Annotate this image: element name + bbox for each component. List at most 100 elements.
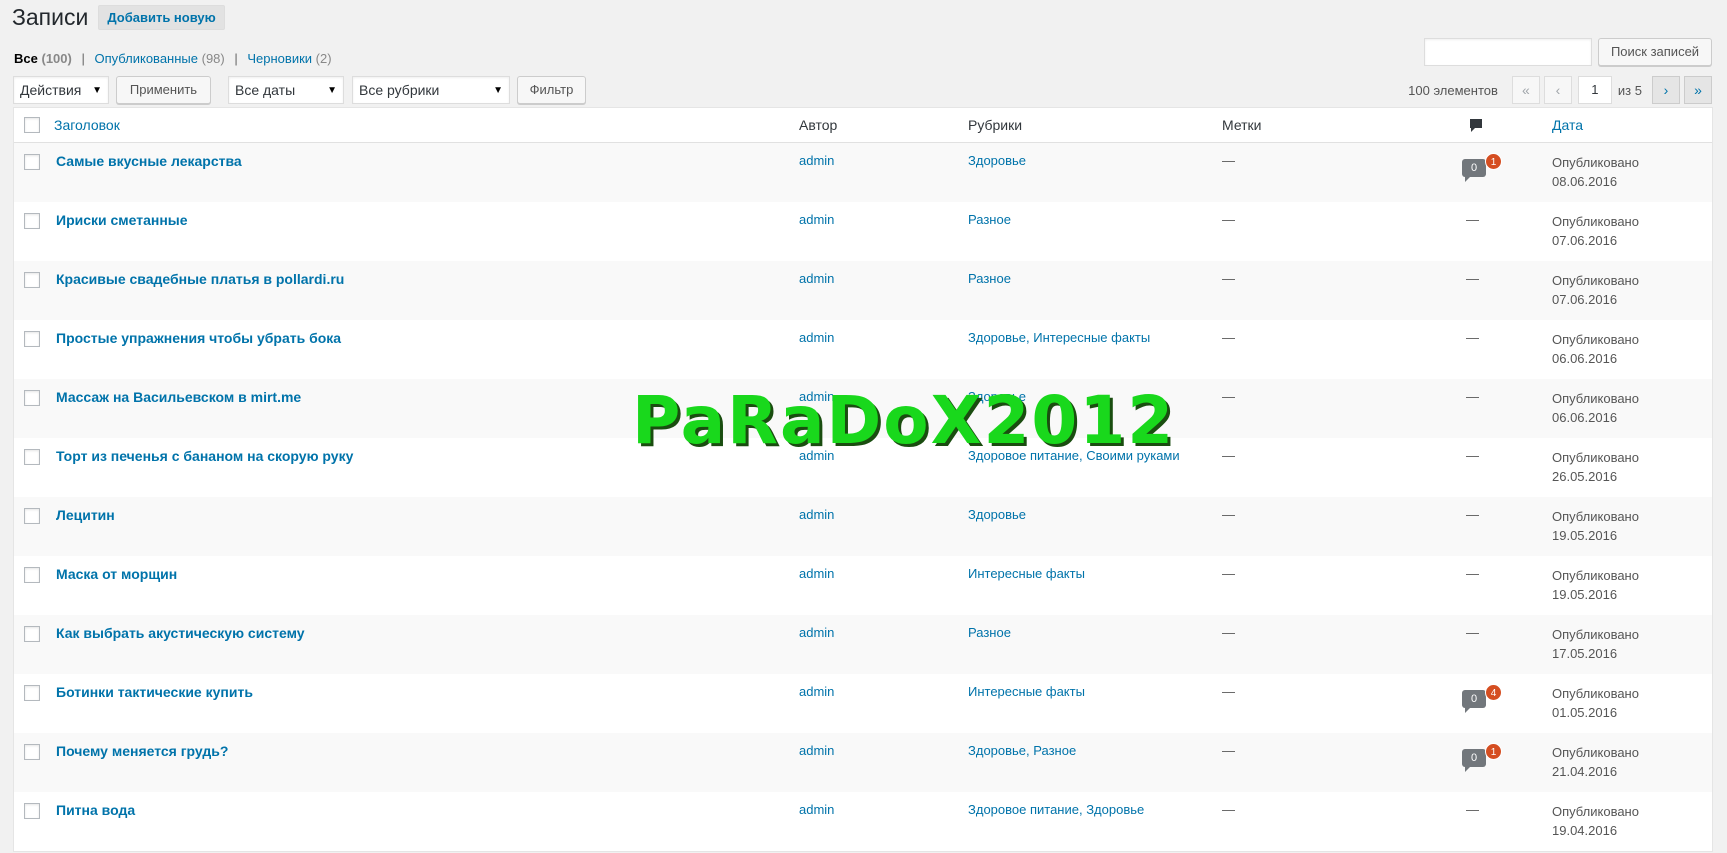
total-pages-text: из 5 bbox=[1617, 82, 1642, 98]
select-all-checkbox[interactable] bbox=[24, 117, 40, 133]
dropdown-arrow-icon: ▼ bbox=[92, 85, 102, 96]
post-status: Опубликовано bbox=[1552, 332, 1639, 347]
tags-cell: — bbox=[1222, 330, 1235, 345]
author-link[interactable]: admin bbox=[799, 743, 834, 758]
comments-cell: — bbox=[1466, 802, 1479, 817]
add-new-button[interactable]: Добавить новую bbox=[98, 5, 225, 30]
row-checkbox[interactable] bbox=[24, 685, 40, 701]
search-input[interactable] bbox=[1424, 38, 1592, 66]
current-page-input[interactable]: 1 bbox=[1577, 76, 1612, 104]
post-date: 21.04.2016 bbox=[1552, 764, 1618, 779]
categories-link[interactable]: Разное bbox=[968, 212, 1011, 227]
bulk-actions-select[interactable]: Действия ▼ bbox=[13, 76, 109, 104]
post-title-link[interactable]: Торт из печенья с бананом на скорую руку bbox=[56, 448, 353, 464]
comment-bubble-icon[interactable] bbox=[1469, 118, 1483, 136]
date-cell: Опубликовано 06.06.2016 bbox=[1552, 389, 1639, 427]
author-link[interactable]: admin bbox=[799, 330, 834, 345]
author-link[interactable]: admin bbox=[799, 212, 834, 227]
post-title-link[interactable]: Почему меняется грудь? bbox=[56, 743, 228, 759]
categories-link[interactable]: Здоровье bbox=[968, 153, 1026, 168]
filter-button[interactable]: Фильтр bbox=[517, 76, 586, 104]
author-link[interactable]: admin bbox=[799, 684, 834, 699]
view-published-link[interactable]: Опубликованные (98) bbox=[94, 51, 224, 66]
prev-page-button: ‹ bbox=[1543, 76, 1572, 104]
watermark: PaRaDoX2012 bbox=[632, 382, 1176, 459]
category-filter-select[interactable]: Все рубрики ▼ bbox=[352, 76, 510, 104]
row-checkbox[interactable] bbox=[24, 803, 40, 819]
comment-count-badge[interactable]: 0 bbox=[1462, 159, 1486, 182]
row-checkbox[interactable] bbox=[24, 272, 40, 288]
author-link[interactable]: admin bbox=[799, 271, 834, 286]
view-drafts-link[interactable]: Черновики (2) bbox=[247, 51, 331, 66]
row-checkbox[interactable] bbox=[24, 154, 40, 170]
categories-link[interactable]: Здоровье, Разное bbox=[968, 743, 1076, 758]
author-link[interactable]: admin bbox=[799, 625, 834, 640]
post-title-link[interactable]: Как выбрать акустическую систему bbox=[56, 625, 305, 641]
categories-link[interactable]: Здоровое питание, Здоровье bbox=[968, 802, 1144, 817]
row-checkbox[interactable] bbox=[24, 213, 40, 229]
pending-comments-badge[interactable]: 1 bbox=[1485, 743, 1502, 760]
page-header: Записи Добавить новую bbox=[12, 4, 225, 31]
post-title-link[interactable]: Питна вода bbox=[56, 802, 135, 818]
first-page-button: « bbox=[1511, 76, 1540, 104]
categories-link[interactable]: Здоровье, Интересные факты bbox=[968, 330, 1150, 345]
tags-cell: — bbox=[1222, 271, 1235, 286]
apply-button[interactable]: Применить bbox=[116, 76, 211, 104]
post-status: Опубликовано bbox=[1552, 686, 1639, 701]
row-checkbox[interactable] bbox=[24, 449, 40, 465]
author-link[interactable]: admin bbox=[799, 802, 834, 817]
row-checkbox[interactable] bbox=[24, 744, 40, 760]
comment-count-badge[interactable]: 0 bbox=[1462, 690, 1486, 713]
view-published-label: Опубликованные bbox=[94, 51, 198, 66]
post-title-link[interactable]: Простые упражнения чтобы убрать бока bbox=[56, 330, 341, 346]
view-drafts-label: Черновики bbox=[247, 51, 313, 66]
post-date: 08.06.2016 bbox=[1552, 174, 1618, 189]
post-title-link[interactable]: Самые вкусные лекарства bbox=[56, 153, 242, 169]
bulk-actions-value: Действия bbox=[20, 82, 82, 98]
column-date-header[interactable]: Дата bbox=[1552, 117, 1583, 133]
tags-cell: — bbox=[1222, 566, 1235, 581]
comments-cell: — bbox=[1466, 448, 1479, 463]
row-checkbox[interactable] bbox=[24, 390, 40, 406]
post-status: Опубликовано bbox=[1552, 155, 1639, 170]
row-checkbox[interactable] bbox=[24, 331, 40, 347]
post-date: 19.04.2016 bbox=[1552, 823, 1618, 838]
post-title-link[interactable]: Маска от морщин bbox=[56, 566, 177, 582]
tags-cell: — bbox=[1222, 625, 1235, 640]
row-checkbox[interactable] bbox=[24, 508, 40, 524]
date-filter-select[interactable]: Все даты ▼ bbox=[228, 76, 344, 104]
post-title-link[interactable]: Красивые свадебные платья в pollardi.ru bbox=[56, 271, 344, 287]
items-count: 100 элементов bbox=[1408, 82, 1498, 98]
pending-comments-badge[interactable]: 1 bbox=[1485, 153, 1502, 170]
categories-link[interactable]: Интересные факты bbox=[968, 684, 1085, 699]
last-page-button[interactable]: » bbox=[1684, 76, 1712, 104]
row-checkbox[interactable] bbox=[24, 567, 40, 583]
search-posts-button[interactable]: Поиск записей bbox=[1598, 38, 1712, 66]
categories-link[interactable]: Интересные факты bbox=[968, 566, 1085, 581]
post-title-link[interactable]: Лецитин bbox=[56, 507, 115, 523]
row-checkbox[interactable] bbox=[24, 626, 40, 642]
post-title-link[interactable]: Массаж на Васильевском в mirt.me bbox=[56, 389, 301, 405]
dropdown-arrow-icon: ▼ bbox=[327, 85, 337, 96]
comments-cell: — bbox=[1466, 330, 1479, 345]
categories-link[interactable]: Здоровье bbox=[968, 507, 1026, 522]
comment-count-badge[interactable]: 0 bbox=[1462, 749, 1486, 772]
post-status-views: Все (100) | Опубликованные (98) | Чернов… bbox=[14, 51, 332, 66]
table-row: Маска от морщин admin Интересные факты —… bbox=[14, 556, 1712, 615]
post-status: Опубликовано bbox=[1552, 214, 1639, 229]
table-row: Красивые свадебные платья в pollardi.ru … bbox=[14, 261, 1712, 320]
author-link[interactable]: admin bbox=[799, 566, 834, 581]
view-all-link[interactable]: Все (100) bbox=[14, 51, 72, 66]
author-link[interactable]: admin bbox=[799, 153, 834, 168]
post-title-link[interactable]: Ботинки тактические купить bbox=[56, 684, 253, 700]
post-date: 26.05.2016 bbox=[1552, 469, 1618, 484]
post-title-link[interactable]: Ириски сметанные bbox=[56, 212, 188, 228]
column-title-header[interactable]: Заголовок bbox=[54, 117, 120, 133]
pending-comments-badge[interactable]: 4 bbox=[1485, 684, 1502, 701]
next-page-button[interactable]: › bbox=[1652, 76, 1680, 104]
categories-link[interactable]: Разное bbox=[968, 271, 1011, 286]
post-date: 06.06.2016 bbox=[1552, 410, 1618, 425]
categories-link[interactable]: Разное bbox=[968, 625, 1011, 640]
author-link[interactable]: admin bbox=[799, 507, 834, 522]
date-filter-value: Все даты bbox=[235, 82, 296, 98]
